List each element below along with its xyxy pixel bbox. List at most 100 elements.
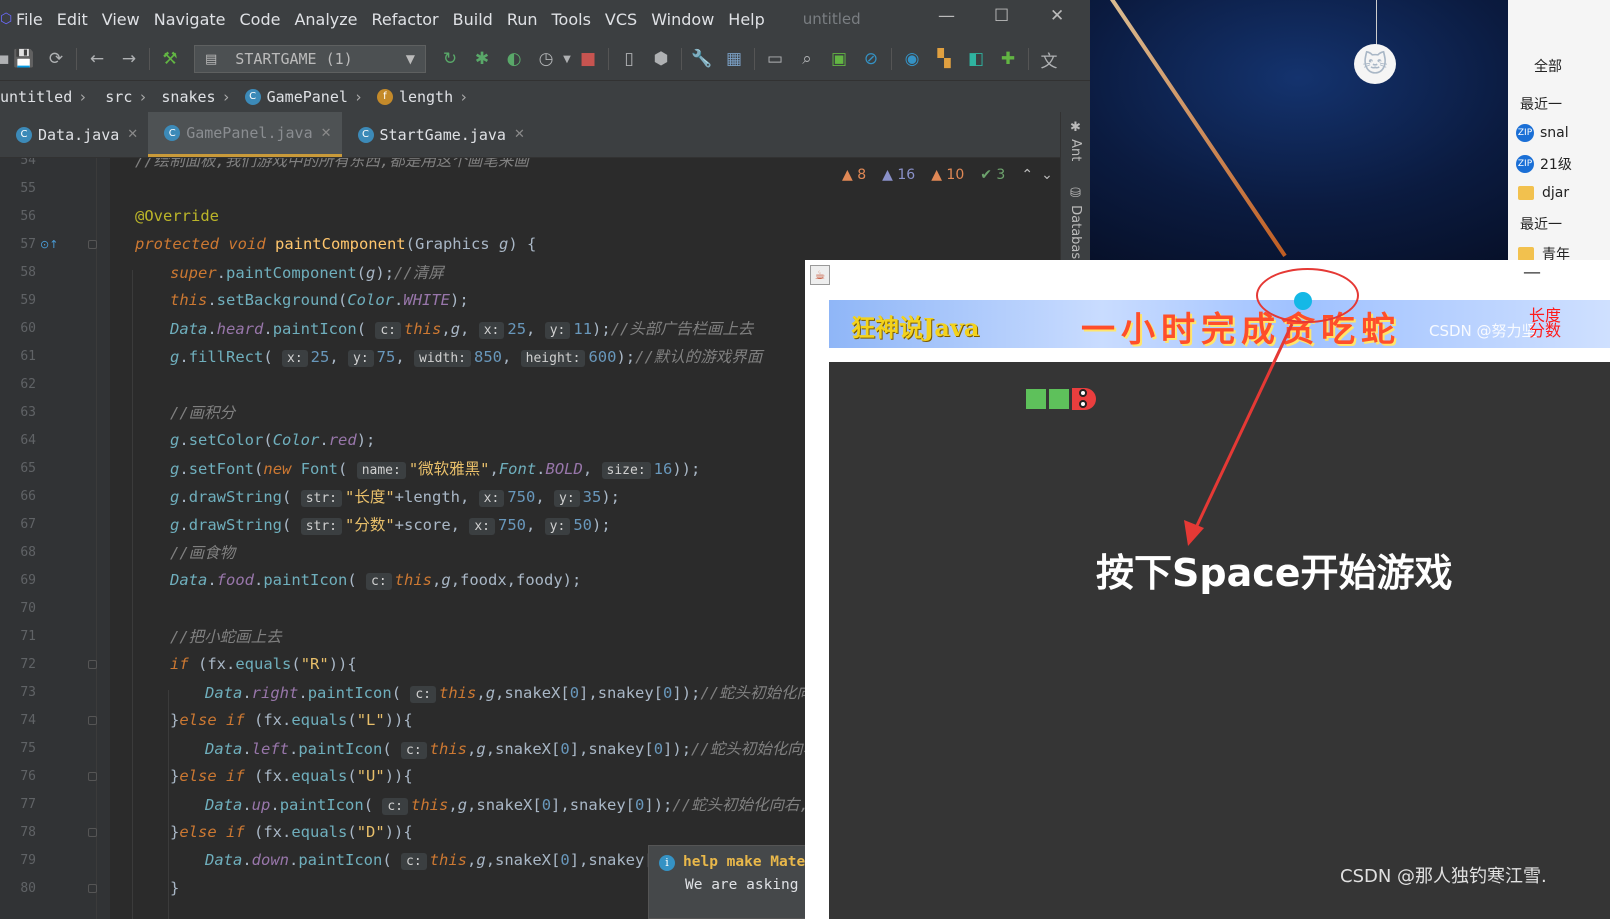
editor-tabs: C Data.java ✕ C GamePanel.java ✕ C Start… [0,112,1060,158]
maximize-icon[interactable]: ☐ [994,6,1009,26]
archive-icon: ZIP [1516,124,1534,142]
menu-code[interactable]: Code [240,10,281,29]
menu-tools[interactable]: Tools [552,10,591,29]
rerun-icon[interactable]: ↻ [439,48,461,70]
tab-data-java[interactable]: C Data.java ✕ [0,112,148,157]
menu-build[interactable]: Build [453,10,493,29]
monitor-icon[interactable]: ▣ [828,48,850,70]
code-text: g.setFont(new Font( name: "微软雅黑",Font.BOL… [170,460,701,479]
menu-help[interactable]: Help [728,10,764,29]
menu-view[interactable]: View [102,10,140,29]
snake-body-segment [1026,389,1046,409]
explorer-item[interactable]: 最近一 [1520,94,1562,114]
explorer-item[interactable]: ZIP 21级 [1516,154,1572,174]
code-line: 59 this.setBackground(Color.WHITE); [0,286,805,314]
breadcrumb-label: length [398,87,454,106]
debug-bug-icon[interactable]: ✱ [471,48,493,70]
layout-plugin-icon[interactable]: ◧ [965,48,987,70]
menu-edit[interactable]: Edit [57,10,88,29]
banner-watermark: CSDN @努力坚 [1429,322,1537,340]
grid-plugin-icon[interactable]: ▚ [933,48,955,70]
code-line: 62 [0,370,805,398]
fold-icon[interactable] [88,883,97,893]
explorer-item[interactable]: 全部 [1534,56,1562,76]
minimize-icon[interactable]: — [1523,262,1541,283]
menu-vcs[interactable]: VCS [605,10,637,29]
coverage-icon[interactable]: ◐ [503,48,525,70]
game-window-titlebar[interactable]: ☕ [805,260,1610,290]
ant-tool-button[interactable]: ✱ Ant [1068,120,1083,161]
fold-icon[interactable] [88,827,97,837]
translate-icon[interactable]: 文 [1038,48,1060,72]
notification-balloon[interactable]: i help make Mate We are asking [648,845,808,919]
chevron-down-icon[interactable]: ⌄ [1041,167,1053,183]
chevron-down-icon[interactable]: ▼ [562,48,572,70]
menu-analyze[interactable]: Analyze [294,10,357,29]
menu-window[interactable]: Window [651,10,714,29]
code-line: 64 g.setColor(Color.red); [0,426,805,454]
back-icon[interactable]: ← [86,48,108,70]
fold-icon[interactable] [88,239,97,249]
database-tool-button[interactable]: ⛁ Database [1068,186,1083,267]
warning-count[interactable]: ▲ 8 [842,167,874,183]
explorer-item[interactable]: ZIP snal [1516,124,1569,142]
profile-icon[interactable]: ◷ [535,48,557,70]
code-editor[interactable]: 54 //绘制面板,我们游戏中的所有东西,都是用这个画笔来画 55 56 @Over… [0,158,805,919]
override-marker-icon[interactable]: ⊙↑ [40,238,58,251]
menu-run[interactable]: Run [507,10,538,29]
device-icon[interactable]: ▯ [618,48,640,70]
close-tab-icon[interactable]: ✕ [514,127,525,142]
close-tab-icon[interactable]: ✕ [321,126,332,141]
sync-icon[interactable]: ⟳ [45,48,67,70]
disable-icon[interactable]: ⊘ [860,48,882,70]
stop-icon[interactable]: ■ [577,48,599,70]
fold-icon[interactable] [88,715,97,725]
search-icon[interactable]: ⌕ [796,48,818,70]
package-icon[interactable]: ⬢ [650,48,672,70]
chevron-right-icon: › [459,87,469,106]
explorer-item[interactable]: 最近一 [1520,214,1562,234]
typo-count[interactable]: ✔ 3 [980,167,1013,183]
chevron-up-icon[interactable]: ⌃ [1021,167,1033,183]
fold-icon[interactable] [88,659,97,669]
open-icon[interactable]: ▪ [0,48,10,70]
breadcrumb-class[interactable]: C GamePanel › [244,88,363,106]
line-number: 64 [20,432,36,448]
code-line: 55 [0,174,805,202]
wrench-icon[interactable]: 🔧 [691,48,713,70]
terminal-icon[interactable]: ▭ [764,48,786,70]
breadcrumb-field[interactable]: f length › [376,87,469,106]
plugin-dot-icon[interactable]: ◉ [901,48,923,70]
code-text: g.fillRect( x: 25, y: 75, width: 850, heigh… [170,348,763,367]
puzzle-icon[interactable]: ✚ [997,48,1019,70]
code-line: 70 [0,594,805,622]
line-number: 66 [20,488,36,504]
weak-warning-count[interactable]: ▲ 16 [882,167,923,183]
other-warning-count[interactable]: ▲ 10 [931,167,972,183]
explorer-item[interactable]: djar [1518,185,1569,201]
run-configuration-select[interactable]: ▤ STARTGAME (1) ▼ [194,45,426,73]
forward-icon[interactable]: → [118,48,140,70]
minimize-icon[interactable]: — [938,6,955,26]
ant-icon: ✱ [1068,120,1083,140]
fold-icon[interactable] [88,771,97,781]
code-line: 56 @Override [0,202,805,230]
menu-refactor[interactable]: Refactor [372,10,439,29]
menu-file[interactable]: File [16,10,43,29]
line-number: 68 [20,544,36,560]
code-text: g.drawString( str: "长度"+length, x: 750, y:… [170,488,620,507]
project-structure-icon[interactable]: ▦ [723,48,745,70]
tab-gamepanel-java[interactable]: C GamePanel.java ✕ [148,112,342,157]
build-hammer-icon[interactable]: ⚒ [159,48,181,70]
tab-startgame-java[interactable]: C StartGame.java ✕ [342,112,535,157]
close-tab-icon[interactable]: ✕ [127,127,138,142]
breadcrumb-package[interactable]: snakes › [161,88,230,106]
save-icon[interactable]: 💾 [13,48,35,70]
menu-navigate[interactable]: Navigate [154,10,226,29]
cat-pendant-icon[interactable]: 🐱 [1354,44,1396,84]
breadcrumb-src[interactable]: src › [105,88,147,106]
close-icon[interactable]: ✕ [1050,6,1064,26]
archive-icon: ZIP [1516,155,1534,173]
inspection-widget[interactable]: ▲ 8 ▲ 16 ▲ 10 ✔ 3 ⌃ ⌄ [842,162,1062,188]
breadcrumb-project[interactable]: untitled › [0,88,87,106]
